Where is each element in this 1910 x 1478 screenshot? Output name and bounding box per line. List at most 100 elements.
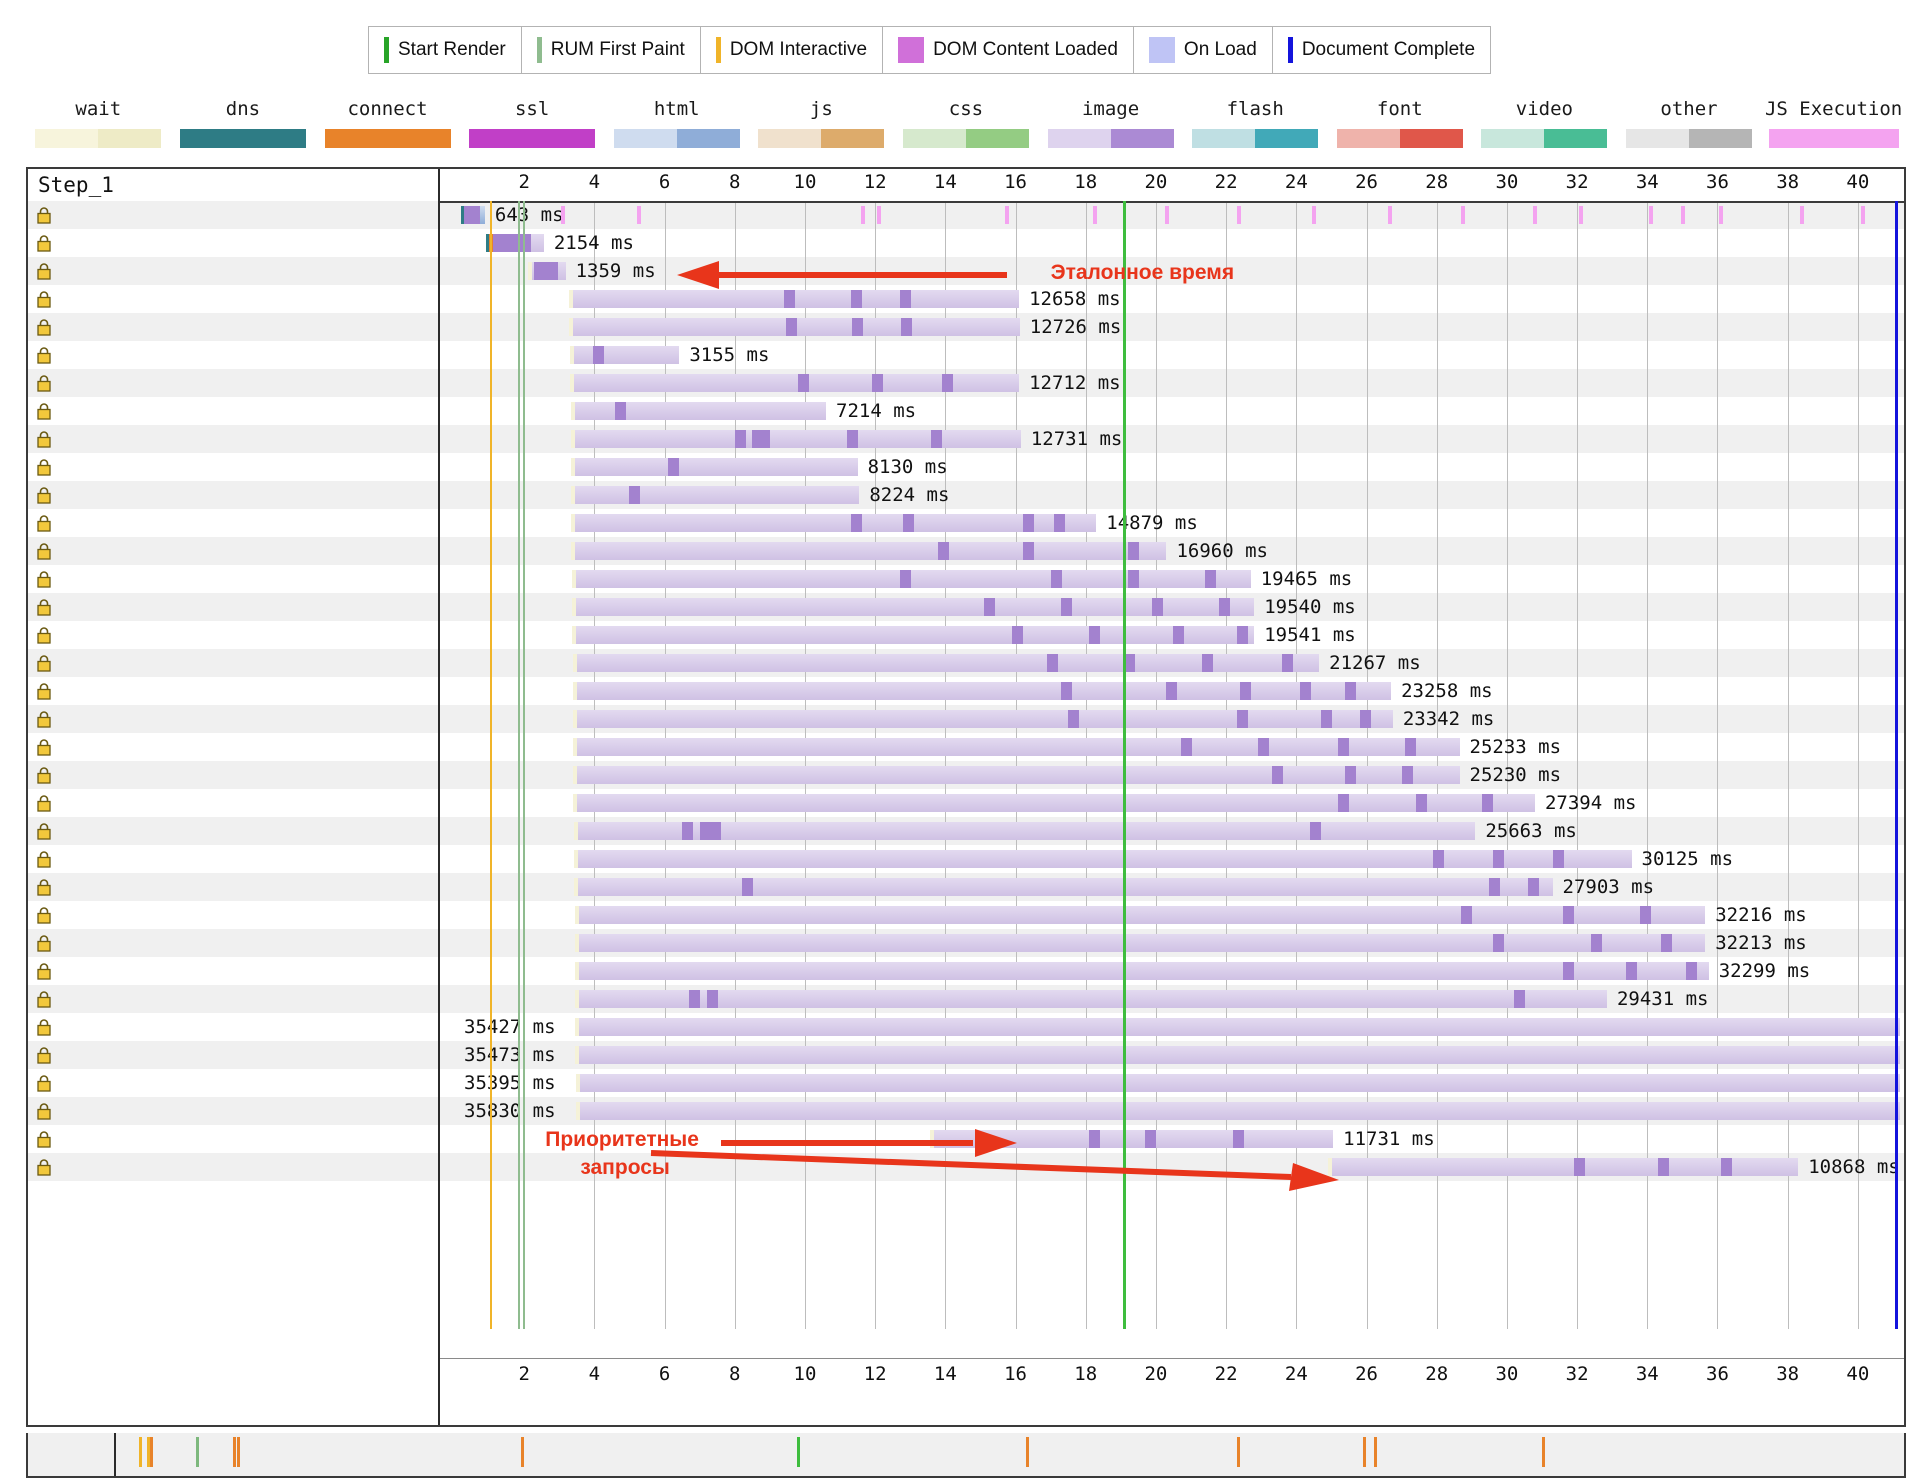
request-bar[interactable] <box>576 1102 1900 1120</box>
waterfall-row[interactable]: 27903 ms <box>440 873 1904 901</box>
request-bar[interactable] <box>572 682 1392 700</box>
waterfall-row[interactable]: 27394 ms <box>440 789 1904 817</box>
request-bar[interactable] <box>570 430 1021 448</box>
request-bar[interactable] <box>573 794 1535 812</box>
request-bar[interactable] <box>574 962 1709 980</box>
request-label-row[interactable] <box>28 985 438 1013</box>
request-label-row[interactable] <box>28 229 438 257</box>
waterfall-row[interactable]: 12658 ms <box>440 285 1904 313</box>
request-bar[interactable] <box>569 374 1020 392</box>
waterfall-row[interactable]: 16960 ms <box>440 537 1904 565</box>
request-label-row[interactable] <box>28 1069 438 1097</box>
request-label-row[interactable] <box>28 873 438 901</box>
request-label-row[interactable] <box>28 733 438 761</box>
request-bar[interactable] <box>576 1074 1900 1092</box>
request-bar[interactable] <box>575 1046 1900 1064</box>
request-label-row[interactable] <box>28 565 438 593</box>
waterfall-row[interactable]: 35830 ms <box>440 1097 1904 1125</box>
waterfall-row[interactable]: 643 ms <box>440 201 1904 229</box>
request-bar[interactable] <box>571 514 1097 532</box>
request-bar[interactable] <box>574 850 1632 868</box>
request-bar[interactable] <box>569 346 680 364</box>
waterfall-row[interactable]: 19540 ms <box>440 593 1904 621</box>
request-label-row[interactable] <box>28 1125 438 1153</box>
waterfall-row[interactable]: 32299 ms <box>440 957 1904 985</box>
request-bar[interactable] <box>571 626 1255 644</box>
request-bar[interactable] <box>571 570 1251 588</box>
waterfall-row[interactable]: 25230 ms <box>440 761 1904 789</box>
request-bar[interactable] <box>461 206 485 224</box>
waterfall-row[interactable]: 32216 ms <box>440 901 1904 929</box>
request-label-row[interactable] <box>28 313 438 341</box>
request-label-row[interactable] <box>28 761 438 789</box>
request-label-row[interactable] <box>28 901 438 929</box>
request-bar[interactable] <box>571 542 1167 560</box>
request-label-row[interactable] <box>28 201 438 229</box>
waterfall-row[interactable]: 35427 ms <box>440 1013 1904 1041</box>
request-label-row[interactable] <box>28 537 438 565</box>
waterfall-row[interactable]: 8224 ms <box>440 481 1904 509</box>
request-bar[interactable] <box>572 710 1393 728</box>
waterfall-row[interactable]: 19465 ms <box>440 565 1904 593</box>
waterfall-row[interactable]: 3155 ms <box>440 341 1904 369</box>
request-bar[interactable] <box>527 262 566 280</box>
waterfall-row[interactable]: 21267 ms <box>440 649 1904 677</box>
request-label-row[interactable] <box>28 425 438 453</box>
waterfall-row[interactable]: 19541 ms <box>440 621 1904 649</box>
waterfall-row[interactable]: 23342 ms <box>440 705 1904 733</box>
request-bar[interactable] <box>571 486 860 504</box>
request-bar[interactable] <box>485 234 544 252</box>
request-label-row[interactable] <box>28 481 438 509</box>
request-bar[interactable] <box>571 598 1255 616</box>
request-label-row[interactable] <box>28 649 438 677</box>
request-bar[interactable] <box>574 934 1706 952</box>
waterfall-row[interactable]: 12731 ms <box>440 425 1904 453</box>
request-bar[interactable] <box>573 766 1460 784</box>
request-label-row[interactable] <box>28 453 438 481</box>
waterfall-row[interactable]: 23258 ms <box>440 677 1904 705</box>
request-bar[interactable] <box>574 878 1553 896</box>
waterfall-row[interactable]: 32213 ms <box>440 929 1904 957</box>
request-label-row[interactable] <box>28 285 438 313</box>
request-bar[interactable] <box>569 318 1020 336</box>
request-bar[interactable] <box>570 402 827 420</box>
request-label-row[interactable] <box>28 509 438 537</box>
request-label-row[interactable] <box>28 369 438 397</box>
request-bar[interactable] <box>574 906 1706 924</box>
request-bar[interactable] <box>570 458 858 476</box>
request-label-row[interactable] <box>28 817 438 845</box>
request-label-row[interactable] <box>28 621 438 649</box>
request-bar[interactable] <box>572 654 1320 672</box>
request-label-row[interactable] <box>28 341 438 369</box>
waterfall-row[interactable]: 12726 ms <box>440 313 1904 341</box>
request-label-row[interactable] <box>28 397 438 425</box>
request-label-row[interactable] <box>28 257 438 285</box>
request-bar[interactable] <box>1327 1158 1799 1176</box>
request-label-row[interactable] <box>28 929 438 957</box>
waterfall-row[interactable]: 8130 ms <box>440 453 1904 481</box>
waterfall-row[interactable]: 29431 ms <box>440 985 1904 1013</box>
waterfall-row[interactable]: 12712 ms <box>440 369 1904 397</box>
request-label-row[interactable] <box>28 593 438 621</box>
request-bar[interactable] <box>573 738 1460 756</box>
request-label-row[interactable] <box>28 957 438 985</box>
waterfall-row[interactable]: 30125 ms <box>440 845 1904 873</box>
waterfall-row[interactable]: 25233 ms <box>440 733 1904 761</box>
request-label-row[interactable] <box>28 1097 438 1125</box>
waterfall-row[interactable]: 35473 ms <box>440 1041 1904 1069</box>
request-label-row[interactable] <box>28 1013 438 1041</box>
request-label-row[interactable] <box>28 845 438 873</box>
waterfall-row[interactable]: 7214 ms <box>440 397 1904 425</box>
request-label-row[interactable] <box>28 677 438 705</box>
request-label-row[interactable] <box>28 1153 438 1181</box>
waterfall-row[interactable]: 14879 ms <box>440 509 1904 537</box>
waterfall-row[interactable]: 25663 ms <box>440 817 1904 845</box>
request-label-row[interactable] <box>28 1041 438 1069</box>
request-bar[interactable] <box>575 1018 1900 1036</box>
waterfall-row[interactable]: 2154 ms <box>440 229 1904 257</box>
request-label-row[interactable] <box>28 705 438 733</box>
waterfall-row[interactable]: 35395 ms <box>440 1069 1904 1097</box>
request-bar[interactable] <box>575 990 1607 1008</box>
request-label-row[interactable] <box>28 789 438 817</box>
request-bar[interactable] <box>574 822 1476 840</box>
